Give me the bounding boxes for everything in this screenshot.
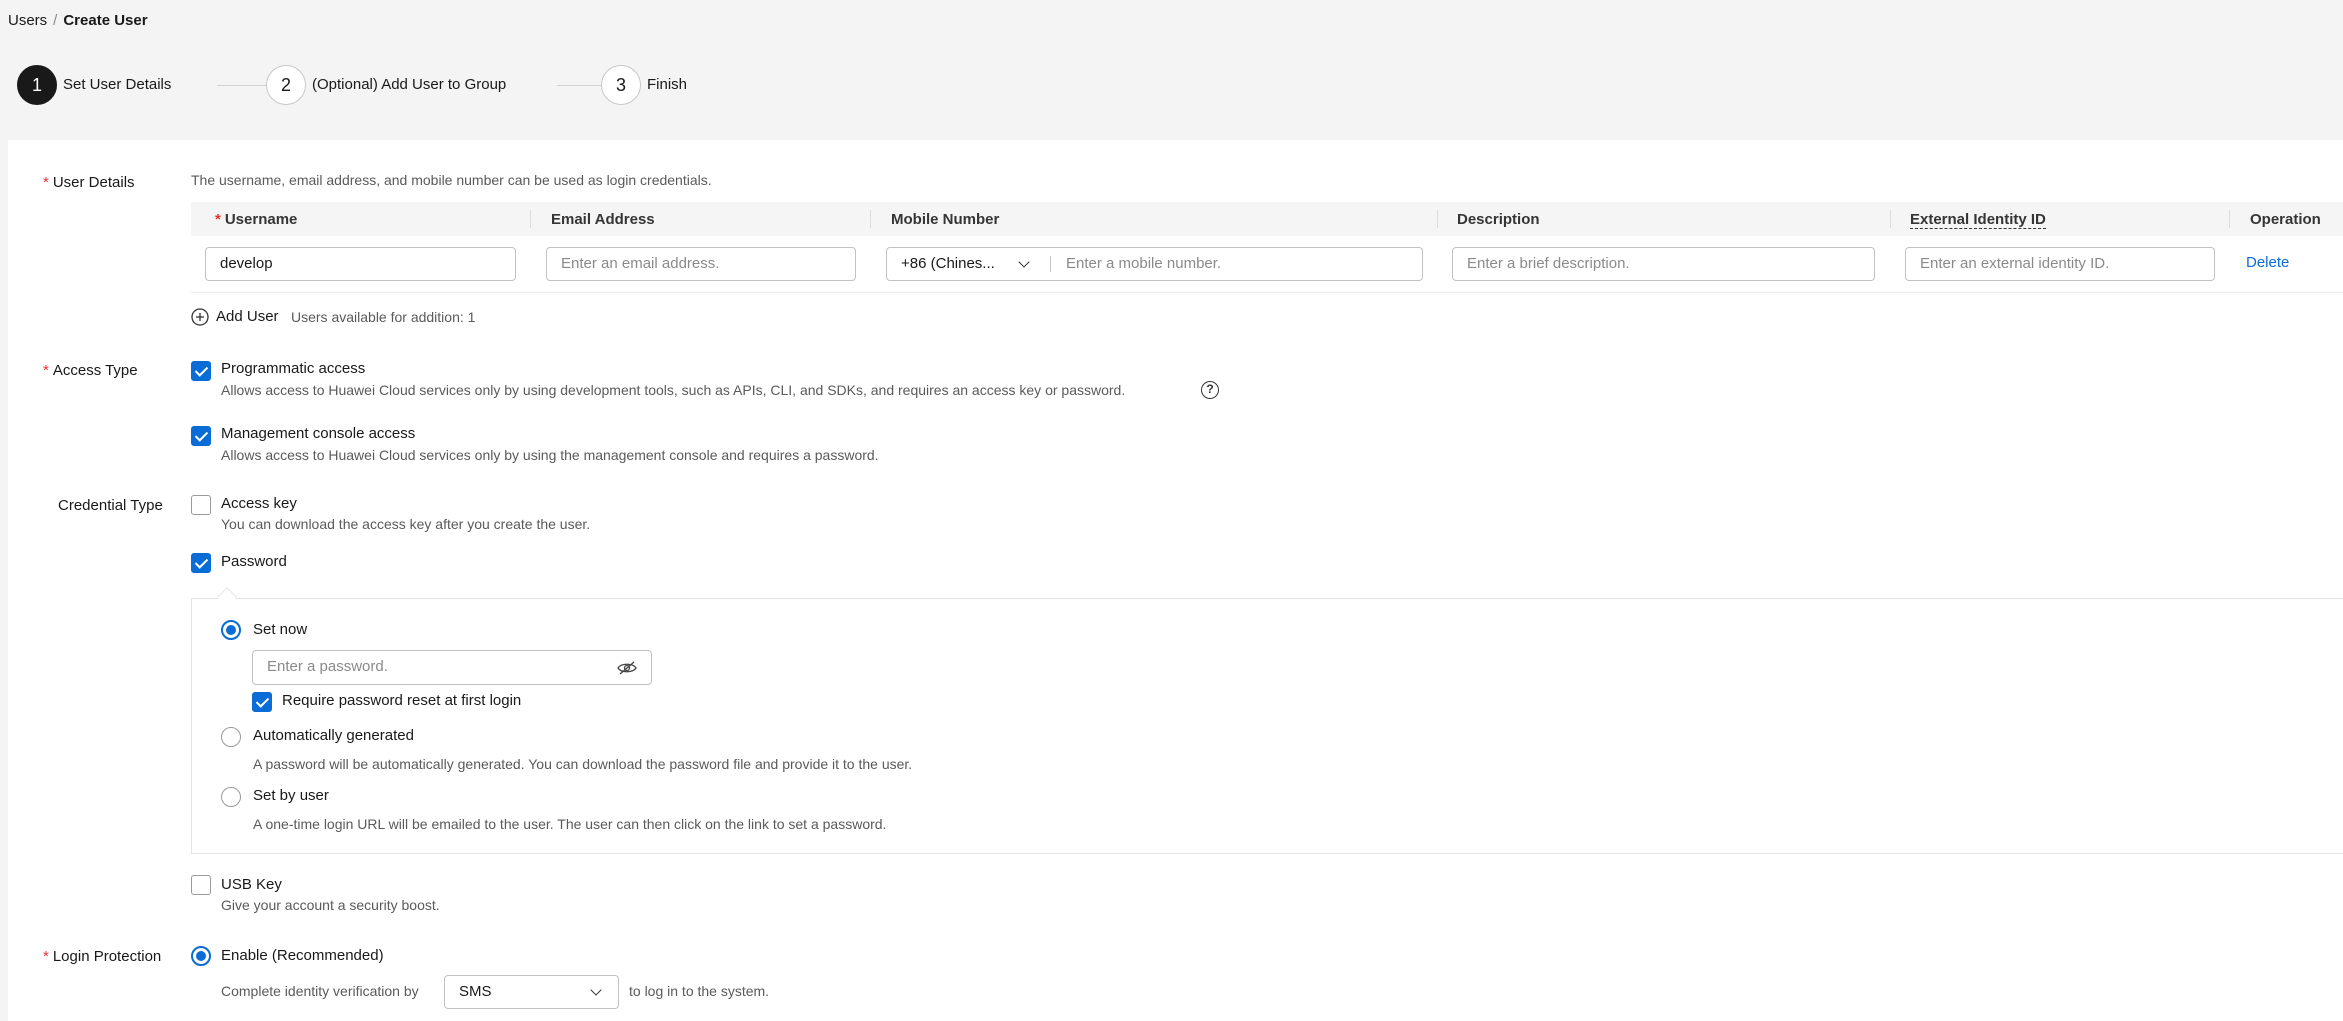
user-details-hint: The username, email address, and mobile … [191,172,712,188]
step-1-label: Set User Details [63,76,172,93]
breadcrumb-current: Create User [63,12,148,29]
user-details-label: * User Details [43,174,135,191]
column-divider [2229,210,2230,228]
access-key-desc: You can download the access key after yo… [221,516,591,532]
column-description: Description [1457,211,1540,228]
programmatic-access-checkbox[interactable] [191,361,211,381]
column-external-id[interactable]: External Identity ID [1910,211,2046,229]
set-now-radio[interactable] [221,620,241,640]
programmatic-access-desc: Allows access to Huawei Cloud services o… [221,382,1126,398]
auto-generated-radio[interactable] [221,727,241,747]
chevron-down-icon [590,984,602,996]
step-3-indicator: 3 [601,65,641,105]
column-divider [1437,210,1438,228]
column-divider [870,210,871,228]
step-connector [557,85,607,86]
usb-key-title: USB Key [221,876,282,893]
access-key-checkbox[interactable] [191,495,211,515]
breadcrumb-users-link[interactable]: Users [8,12,47,29]
column-divider [1890,210,1891,228]
enable-protection-label: Enable (Recommended) [221,947,384,964]
step-2-label: (Optional) Add User to Group [312,76,507,93]
stepper: 1 Set User Details 2 (Optional) Add User… [17,65,917,105]
plus-circle-icon [191,308,209,326]
verification-prefix: Complete identity verification by [221,983,419,999]
password-title: Password [221,553,287,570]
users-available-count: Users available for addition: 1 [291,309,476,325]
country-code-select[interactable]: +86 (Chines... [901,248,995,280]
step-3-label: Finish [647,76,688,93]
set-by-user-label: Set by user [253,787,329,804]
verification-suffix: to log in to the system. [629,983,770,999]
console-access-checkbox[interactable] [191,426,211,446]
console-access-desc: Allows access to Huawei Cloud services o… [221,447,879,463]
external-id-input[interactable]: Enter an external identity ID. [1905,247,2215,281]
access-key-title: Access key [221,495,297,512]
require-reset-checkbox[interactable] [252,692,272,712]
column-mobile: Mobile Number [891,211,1000,228]
auto-generated-label: Automatically generated [253,727,414,744]
set-now-label: Set now [253,621,308,638]
require-reset-label: Require password reset at first login [282,692,522,709]
auto-generated-desc: A password will be automatically generat… [253,756,913,772]
step-connector [217,85,272,86]
mobile-number-input[interactable]: Enter a mobile number. [1066,248,1221,280]
username-input[interactable]: develop [205,247,516,281]
credential-type-label: Credential Type [58,497,163,514]
set-by-user-desc: A one-time login URL will be emailed to … [253,816,887,832]
password-input[interactable]: Enter a password. [252,650,652,685]
step-2-indicator: 2 [266,65,306,105]
login-protection-label: * Login Protection [43,948,162,965]
breadcrumb-separator: / [53,12,58,29]
add-user-label: Add User [216,308,279,325]
column-operation: Operation [2250,211,2321,228]
verification-method-value: SMS [459,983,492,1000]
usb-key-desc: Give your account a security boost. [221,897,440,913]
step-1-indicator: 1 [17,65,57,105]
help-icon[interactable]: ? [1201,381,1219,399]
verification-method-select[interactable]: SMS [444,975,619,1009]
row-divider [191,292,2343,293]
user-table-header: * Username Email Address Mobile Number De… [191,202,2343,236]
column-divider [530,210,531,228]
password-checkbox[interactable] [191,553,211,573]
password-input-placeholder: Enter a password. [267,658,388,675]
email-input[interactable]: Enter an email address. [546,247,856,281]
column-email: Email Address [551,211,655,228]
console-access-title: Management console access [221,425,416,442]
access-type-label: * Access Type [43,362,138,379]
eye-off-icon[interactable] [617,661,637,675]
description-input[interactable]: Enter a brief description. [1452,247,1875,281]
divider [1050,256,1051,272]
chevron-down-icon [1018,256,1030,268]
breadcrumb: Users / Create User [8,12,148,29]
programmatic-access-title: Programmatic access [221,360,366,377]
enable-protection-radio[interactable] [191,946,211,966]
usb-key-checkbox[interactable] [191,875,211,895]
column-username: * Username [215,211,298,228]
set-by-user-radio[interactable] [221,787,241,807]
delete-user-button[interactable]: Delete [2246,254,2289,271]
mobile-input-group: +86 (Chines... Enter a mobile number. [886,247,1423,281]
